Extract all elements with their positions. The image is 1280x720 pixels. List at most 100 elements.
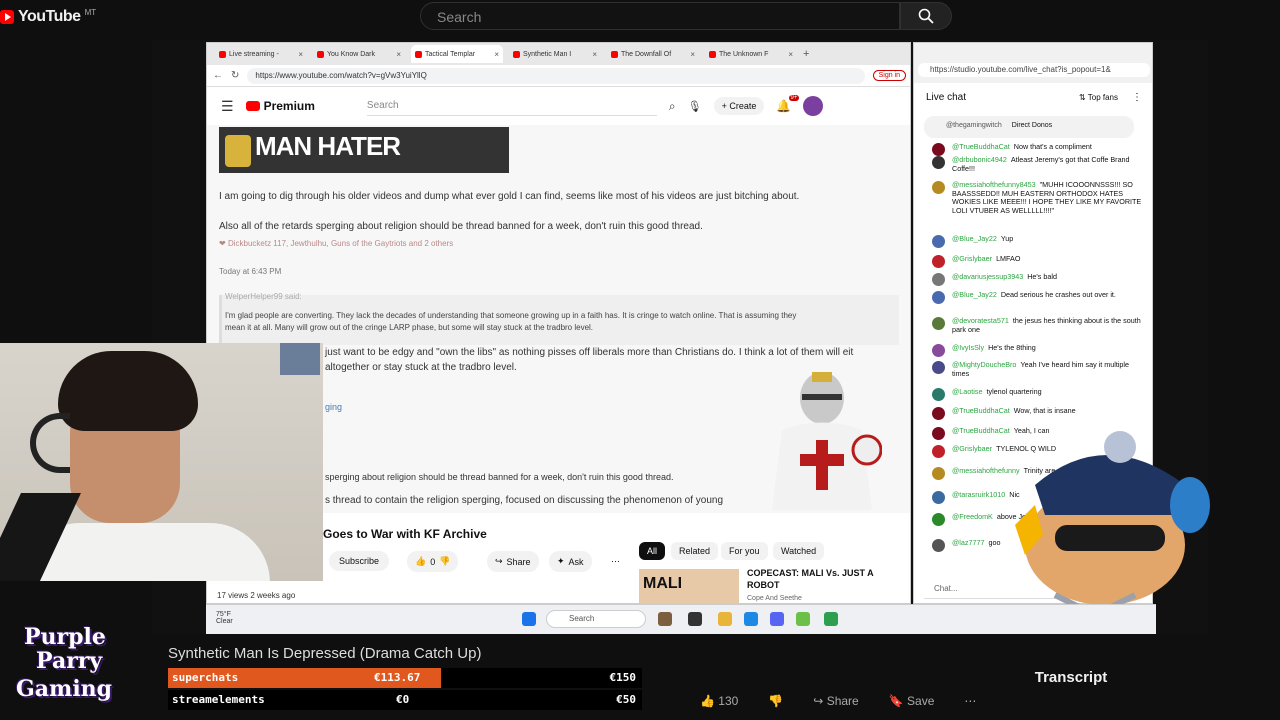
chat-username[interactable]: @IvyIsSly [952, 343, 984, 352]
chat-username[interactable]: @Grislybaer [952, 444, 992, 453]
chat-message[interactable]: @drbubonic4942 Atleast Jeremy's got that … [924, 155, 1144, 173]
chat-avatar[interactable] [932, 255, 945, 268]
file-explorer-icon[interactable] [718, 612, 732, 626]
microphone-icon[interactable]: 🎙 [688, 100, 702, 113]
thumbs-down-icon[interactable]: 👎 [439, 556, 450, 567]
taskbar-search[interactable]: Search [546, 610, 646, 628]
taskbar-app-icon[interactable] [796, 612, 810, 626]
chat-username[interactable]: @FreedomK [952, 512, 993, 521]
browser-tab[interactable]: Synthetic Man I × [509, 45, 601, 63]
create-button[interactable]: + Create [713, 97, 765, 115]
edge-browser-icon[interactable] [744, 612, 758, 626]
new-tab-icon[interactable]: + [803, 48, 809, 60]
chip-all[interactable]: All [639, 542, 666, 560]
chat-avatar[interactable] [932, 407, 945, 420]
chat-message[interactable]: @IvyIsSly He's the 8thing [924, 343, 1144, 357]
windows-start-icon[interactable] [522, 612, 536, 626]
chat-avatar[interactable] [932, 344, 945, 357]
chat-message[interactable]: @Grislybaer LMFAO [924, 254, 1144, 268]
chat-avatar[interactable] [932, 181, 945, 194]
chat-avatar[interactable] [932, 291, 945, 304]
browser-tab[interactable]: The Downfall Of × [607, 45, 699, 63]
reload-icon[interactable]: ↻ [231, 70, 239, 81]
more-options-icon[interactable]: ⋯ [603, 551, 628, 572]
quote-author[interactable]: WelperHelper99 said: [225, 292, 302, 301]
chat-message[interactable]: @Blue_Jay22 Dead serious he crashes out o… [924, 290, 1144, 304]
chip-related[interactable]: Related [671, 542, 719, 560]
chat-username[interactable]: @davariusjessup3943 [952, 272, 1023, 281]
close-icon[interactable]: × [396, 50, 401, 59]
close-icon[interactable]: × [690, 50, 695, 59]
search-button[interactable] [900, 2, 952, 30]
chat-username[interactable]: @Laotise [952, 387, 982, 396]
discord-icon[interactable] [770, 612, 784, 626]
weather-widget[interactable]: 75°F Clear [216, 611, 233, 625]
chat-username[interactable]: @TrueBuddhaCat [952, 143, 1010, 151]
url-field[interactable]: https://www.youtube.com/watch?v=gVw3YuiY… [247, 67, 865, 84]
inner-search-input[interactable]: Search [366, 96, 657, 116]
chat-avatar[interactable] [932, 539, 945, 552]
chat-avatar[interactable] [932, 427, 945, 440]
pinned-message[interactable]: @thegamingwitch Direct Donos [924, 116, 1134, 138]
chat-message[interactable]: @devoratesta571 the jesus hes thinking ab… [924, 316, 1144, 334]
save-button[interactable]: 🔖 Save [889, 694, 935, 708]
chat-message[interactable]: @davariusjessup3943 He's bald [924, 272, 1144, 286]
more-options-icon[interactable]: ⋯ [964, 694, 976, 708]
chat-avatar[interactable] [932, 513, 945, 526]
taskbar-app-icon[interactable] [658, 612, 672, 626]
transcript-button[interactable]: Transcript [1010, 660, 1132, 694]
browser-tab[interactable]: You Know Dark × [313, 45, 405, 63]
chat-username[interactable]: @TrueBuddhaCat [952, 406, 1010, 415]
dislike-icon[interactable]: 👎 [768, 694, 783, 708]
top-fans-filter[interactable]: ⇅ Top fans [1079, 93, 1118, 102]
chat-avatar[interactable] [932, 273, 945, 286]
notifications-icon[interactable]: 🔔 9+ [776, 95, 800, 113]
related-video-title[interactable]: COPECAST: MALI Vs. JUST A ROBOT Cope And … [747, 567, 877, 603]
chat-message[interactable]: @Laotise tylenol quartering [924, 387, 1144, 401]
chat-avatar[interactable] [932, 388, 945, 401]
share-button[interactable]: ↪ Share [813, 694, 858, 708]
chip-for-you[interactable]: For you [721, 542, 768, 560]
search-input[interactable]: Search [420, 2, 900, 30]
browser-tab[interactable]: The Unknown F × [705, 45, 797, 63]
chip-watched[interactable]: Watched [773, 542, 825, 560]
taskbar-app-icon[interactable] [824, 612, 838, 626]
chat-message[interactable]: @MightyDoucheBro Yeah I've heard him say … [924, 360, 1144, 378]
back-icon[interactable]: ← [213, 70, 223, 81]
browser-tab-active[interactable]: Tactical Templar × [411, 45, 503, 63]
chat-username[interactable]: @Grislybaer [952, 254, 992, 263]
hamburger-menu-icon[interactable]: ☰ [221, 98, 234, 115]
post-link[interactable]: ging [325, 402, 342, 412]
like-button[interactable]: 👍 130 [700, 694, 738, 708]
youtube-premium-logo[interactable]: Premium [245, 99, 315, 113]
taskbar-app-icon[interactable] [688, 612, 702, 626]
more-vert-icon[interactable]: ⋮ [1132, 92, 1142, 103]
chat-message[interactable]: @Blue_Jay22 Yup [924, 234, 1144, 248]
share-button[interactable]: ↪ Share [487, 551, 539, 572]
subscribe-button[interactable]: Subscribe [329, 551, 390, 571]
like-button[interactable]: 👍 0 👎 [407, 551, 459, 572]
chat-avatar[interactable] [932, 361, 945, 374]
search-icon[interactable]: ⌕ [669, 99, 676, 114]
sign-in-button[interactable]: Sign in [872, 70, 906, 81]
chat-avatar[interactable] [932, 235, 945, 248]
chat-avatar[interactable] [932, 143, 945, 156]
chat-message[interactable]: @TrueBuddhaCat Now that's a compliment [924, 143, 1144, 156]
ask-button[interactable]: ✦ Ask [549, 551, 592, 572]
chat-username[interactable]: @laz7777 [952, 538, 984, 547]
close-icon[interactable]: × [592, 50, 597, 59]
chat-avatar[interactable] [932, 156, 945, 169]
chat-message[interactable]: @TrueBuddhaCat Wow, that is insane [924, 406, 1144, 420]
chat-url[interactable]: https://studio.youtube.com/live_chat?is_… [918, 63, 1150, 77]
avatar[interactable] [803, 96, 824, 116]
chat-title[interactable]: Live chat [926, 92, 966, 103]
youtube-logo[interactable]: YouTube MT [0, 8, 96, 26]
related-video-thumbnail[interactable]: MALI [639, 569, 739, 603]
browser-tab[interactable]: Live streaming - × [215, 45, 307, 63]
close-icon[interactable]: × [788, 50, 793, 59]
chat-avatar[interactable] [932, 491, 945, 504]
chat-avatar[interactable] [932, 445, 945, 458]
chat-message[interactable]: @messiahofthefunny8453 "MUHH ICOOONNSSS!!… [924, 180, 1144, 215]
close-icon[interactable]: × [298, 50, 303, 59]
chat-avatar[interactable] [932, 467, 945, 480]
